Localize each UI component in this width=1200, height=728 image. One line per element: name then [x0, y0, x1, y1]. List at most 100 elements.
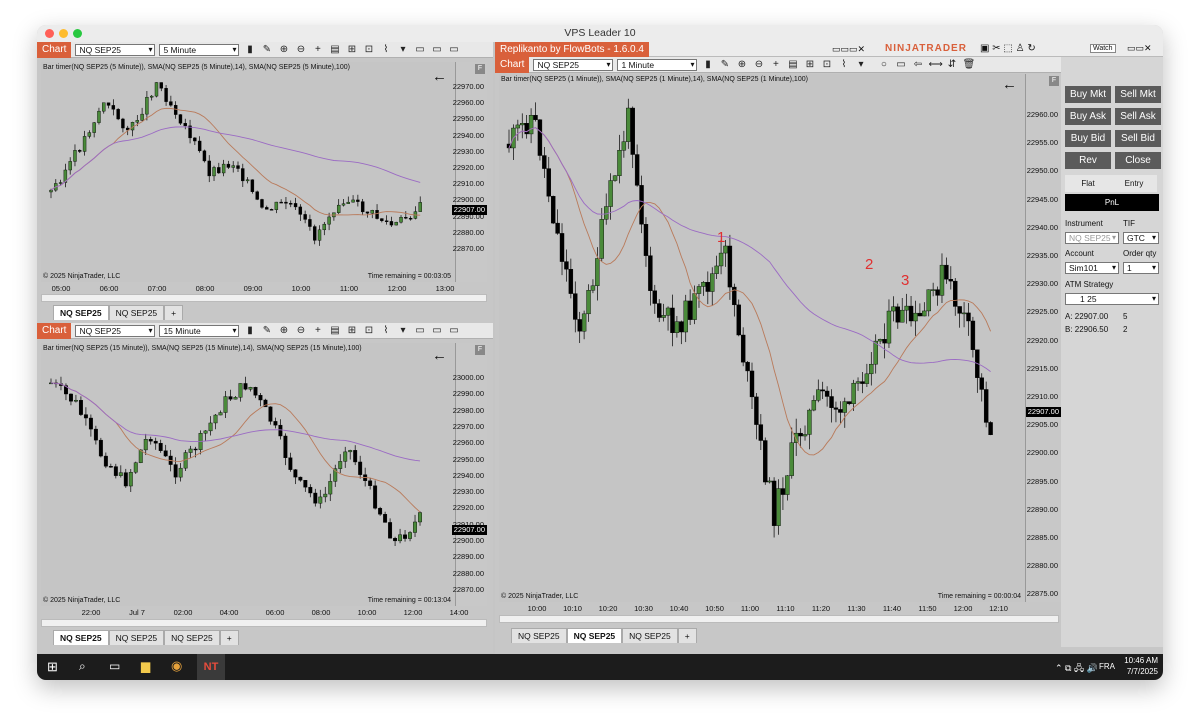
y-axis[interactable]: F 22960.00 22955.00 22950.00 22945.00 22940.…: [1025, 74, 1061, 602]
account-select[interactable]: Sim101: [1065, 262, 1119, 274]
tray-icons[interactable]: ⌃ ⧉ 🖧 🔊: [1055, 661, 1098, 677]
add-tab-button[interactable]: +: [677, 628, 697, 643]
tab-nq-sep25[interactable]: NQ SEP25: [53, 305, 109, 320]
bar-type-icon[interactable]: ▮: [701, 59, 714, 70]
instrument-select[interactable]: NQ SEP25: [533, 58, 614, 71]
bar-type-icon[interactable]: ▮: [243, 325, 256, 336]
zoom-in-icon[interactable]: ⊕: [277, 325, 290, 336]
y-axis[interactable]: F 22970.00 22960.00 22950.00 22940.00 22930.…: [451, 62, 487, 282]
x-axis[interactable]: 10:00 10:10 10:20 10:30 10:40 10:50 11:00 11:10…: [499, 602, 1025, 614]
crosshair-icon[interactable]: +: [311, 325, 324, 336]
template-icon[interactable]: ⊞: [803, 59, 816, 70]
zoom-in-icon[interactable]: ⊕: [735, 59, 748, 70]
horizontal-scrollbar[interactable]: [41, 294, 487, 302]
layout3-icon[interactable]: ▭: [447, 325, 460, 336]
atm-strategy-select[interactable]: 1 25: [1065, 293, 1159, 305]
zoom-in-icon[interactable]: ⊕: [277, 44, 290, 55]
more-icon[interactable]: ▾: [396, 325, 409, 336]
buy-mkt-button[interactable]: Buy Mkt: [1065, 86, 1111, 103]
back-arrow-icon[interactable]: ←: [1002, 76, 1017, 93]
instrument-select[interactable]: NQ SEP25: [75, 324, 156, 337]
tab-nq-sep25[interactable]: NQ SEP25: [622, 628, 678, 643]
reverse-button[interactable]: Rev: [1065, 152, 1111, 169]
horizontal-line-icon[interactable]: ⟷: [928, 59, 942, 70]
interval-select[interactable]: 1 Minute: [617, 58, 698, 71]
template-icon[interactable]: ⊞: [345, 325, 358, 336]
buy-bid-button[interactable]: Buy Bid: [1065, 130, 1111, 147]
tab-nq-sep25[interactable]: NQ SEP25: [566, 628, 623, 643]
tif-select[interactable]: GTC: [1123, 232, 1159, 244]
arrow-left-tool-icon[interactable]: ⇦: [911, 59, 924, 70]
bar-type-icon[interactable]: ▮: [243, 44, 256, 55]
f-button[interactable]: F: [475, 64, 485, 74]
layout-icon[interactable]: ▭: [413, 325, 426, 336]
sell-bid-button[interactable]: Sell Bid: [1115, 130, 1161, 147]
control-center-icons[interactable]: ▣ ✂ ⬚ ♙ ↻: [980, 43, 1036, 54]
crosshair-icon[interactable]: +: [769, 59, 782, 70]
crosshair-icon[interactable]: +: [311, 44, 324, 55]
zoom-out-icon[interactable]: ⊖: [294, 44, 307, 55]
layout-icon[interactable]: ▭: [413, 44, 426, 55]
buy-ask-button[interactable]: Buy Ask: [1065, 108, 1111, 125]
price-plot[interactable]: Bar timer(NQ SEP25 (1 Minute)), SMA(NQ S…: [499, 74, 1025, 602]
zoom-window-button[interactable]: [73, 29, 82, 38]
price-plot[interactable]: Bar timer(NQ SEP25 (5 Minute)), SMA(NQ S…: [41, 62, 455, 282]
add-tab-button[interactable]: +: [219, 630, 239, 645]
rectangle-tool-icon[interactable]: ▭: [894, 59, 907, 70]
layout2-icon[interactable]: ▭: [430, 44, 443, 55]
close-window-button[interactable]: [45, 29, 54, 38]
f-button[interactable]: F: [475, 345, 485, 355]
ninjatrader-taskbar-icon[interactable]: NT: [197, 654, 225, 680]
tab-nq-sep25[interactable]: NQ SEP25: [511, 628, 567, 643]
x-axis[interactable]: 22:00 Jul 7 02:00 04:00 06:00 08:00 10:00 12:00…: [41, 606, 469, 618]
trash-icon[interactable]: 🗑: [962, 59, 976, 70]
draw-icon[interactable]: ✎: [260, 44, 273, 55]
horizontal-scrollbar[interactable]: [41, 619, 487, 627]
layout3-icon[interactable]: ▭: [447, 44, 460, 55]
draw-icon[interactable]: ✎: [718, 59, 731, 70]
sell-ask-button[interactable]: Sell Ask: [1115, 108, 1161, 125]
y-axis[interactable]: F 23000.00 22990.00 22980.00 22970.00 22960.…: [451, 343, 487, 606]
zoom-out-icon[interactable]: ⊖: [752, 59, 765, 70]
close-position-button[interactable]: Close: [1115, 152, 1161, 169]
back-arrow-icon[interactable]: ←: [432, 68, 447, 85]
replikanto-header[interactable]: Replikanto by FlowBots - 1.6.0.4: [495, 42, 649, 57]
order-qty-stepper[interactable]: 1: [1123, 262, 1159, 274]
chart-menu-button[interactable]: Chart: [37, 42, 72, 58]
more-icon[interactable]: ▾: [396, 44, 409, 55]
template-icon[interactable]: ⊞: [345, 44, 358, 55]
file-explorer-icon[interactable]: ▆: [141, 659, 150, 673]
instrument-select[interactable]: NQ SEP25: [75, 43, 156, 56]
chart-menu-button[interactable]: Chart: [495, 56, 530, 73]
language-indicator[interactable]: FRA: [1099, 662, 1115, 671]
price-plot[interactable]: Bar timer(NQ SEP25 (15 Minute)), SMA(NQ …: [41, 343, 455, 606]
more-icon[interactable]: ▾: [854, 59, 867, 70]
window-buttons-2[interactable]: ▭▭✕: [1127, 43, 1152, 54]
properties-icon[interactable]: ▤: [328, 325, 341, 336]
interval-select[interactable]: 5 Minute: [159, 43, 240, 56]
indicator-icon[interactable]: ⌇: [837, 59, 850, 70]
interval-select[interactable]: 15 Minute: [159, 324, 240, 337]
strategy-icon[interactable]: ⊡: [820, 59, 833, 70]
search-icon[interactable]: ⌕: [79, 659, 86, 674]
windows-start-icon[interactable]: ⊞: [47, 659, 58, 675]
add-tab-button[interactable]: +: [164, 305, 184, 320]
task-view-icon[interactable]: ▭: [109, 659, 120, 673]
layout2-icon[interactable]: ▭: [430, 325, 443, 336]
properties-icon[interactable]: ▤: [328, 44, 341, 55]
strategy-icon[interactable]: ⊡: [362, 44, 375, 55]
draw-icon[interactable]: ✎: [260, 325, 273, 336]
horizontal-scrollbar[interactable]: [499, 615, 1059, 623]
window-buttons[interactable]: ▭▭▭✕: [832, 44, 865, 55]
f-button[interactable]: F: [1049, 76, 1059, 86]
chrome-icon[interactable]: ◉: [171, 658, 182, 674]
indicator-icon[interactable]: ⌇: [379, 325, 392, 336]
indicator-icon[interactable]: ⌇: [379, 44, 392, 55]
tab-nq-sep25[interactable]: NQ SEP25: [164, 630, 220, 645]
ellipse-tool-icon[interactable]: ○: [877, 59, 890, 70]
vertical-line-icon[interactable]: ⇵: [945, 59, 958, 70]
tab-nq-sep25[interactable]: NQ SEP25: [108, 305, 165, 320]
properties-icon[interactable]: ▤: [786, 59, 799, 70]
watch-button[interactable]: Watch: [1090, 44, 1116, 53]
chart-menu-button[interactable]: Chart: [37, 323, 72, 339]
